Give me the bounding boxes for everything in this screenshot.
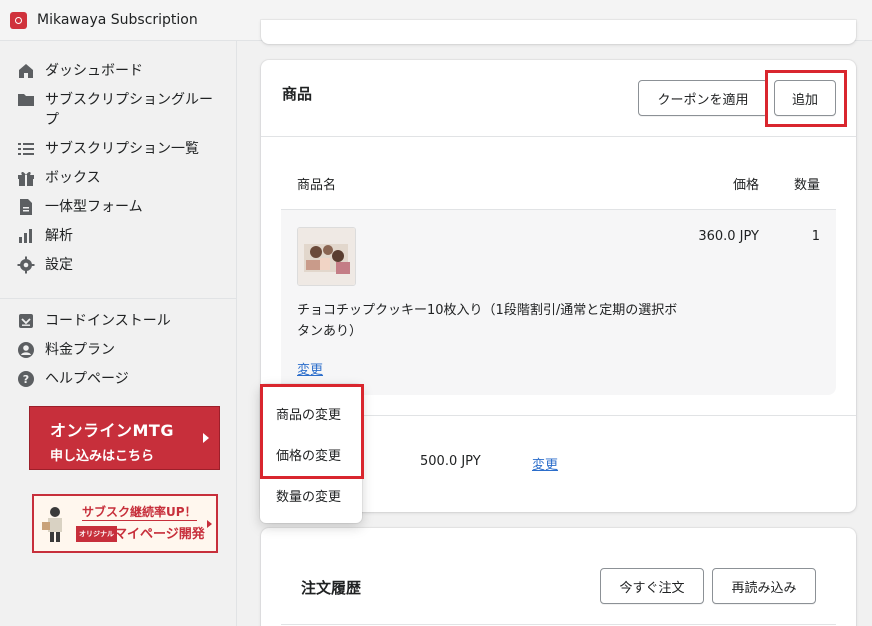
sidebar-item-label: サブスクリプション一覧 <box>45 141 199 157</box>
menu-item-change-quantity[interactable]: 数量の変更 <box>276 486 341 505</box>
sidebar-secondary-nav: コードインストール 料金プラン ? ヘルプページ <box>0 311 236 398</box>
menu-item-change-product[interactable]: 商品の変更 <box>276 404 341 423</box>
sidebar-item-box[interactable]: ボックス <box>0 168 236 197</box>
products-table-header: 商品名 価格 数量 <box>281 158 836 209</box>
product-name: チョコチップクッキー10枚入り（1段階割引/通常と定期の選択ボタンあり） <box>297 303 678 339</box>
product-change-link[interactable]: 変更 <box>297 359 323 378</box>
order-now-button[interactable]: 今すぐ注文 <box>600 568 704 604</box>
table-row: 360.0 JPY 1 チョコチップクッキー10枚入り（1段階割引/通常と定期の… <box>281 209 836 395</box>
sidebar-nav: ダッシュボード サブスクリプショングループ サブスクリプション一覧 ボックス 一… <box>0 41 236 284</box>
app-name: Mikawaya Subscription <box>37 12 198 28</box>
banner-line2: 申し込みはこちら <box>50 449 155 464</box>
shipping-change-link[interactable]: 変更 <box>532 454 558 473</box>
sidebar-item-analytics[interactable]: 解析 <box>0 226 236 255</box>
header-divider <box>261 136 856 137</box>
sidebar-item-label: ダッシュボード <box>45 63 143 79</box>
col-product-name: 商品名 <box>297 178 337 193</box>
product-price: 360.0 JPY <box>698 229 759 244</box>
banner-line1: サブスク継続率UP！ <box>82 505 197 521</box>
product-qty: 1 <box>811 229 820 244</box>
arrow-right-icon <box>207 520 212 528</box>
change-dropdown-menu: 商品の変更 価格の変更 数量の変更 <box>260 384 362 523</box>
shipping-price: 500.0 JPY <box>420 454 481 469</box>
gear-icon <box>16 255 36 275</box>
products-title: 商品 <box>282 85 313 103</box>
sidebar-item-subscription-list[interactable]: サブスクリプション一覧 <box>0 139 236 168</box>
apply-coupon-button[interactable]: クーポンを適用 <box>638 80 768 116</box>
svg-text:?: ? <box>23 373 29 386</box>
arrow-right-icon <box>203 433 209 443</box>
sidebar-item-help[interactable]: ? ヘルプページ <box>0 369 236 398</box>
previous-card <box>261 20 856 44</box>
sidebar-divider <box>0 298 236 299</box>
order-history-card: 注文履歴 今すぐ注文 再読み込み <box>261 528 856 626</box>
reload-button[interactable]: 再読み込み <box>712 568 816 604</box>
menu-item-change-price[interactable]: 価格の変更 <box>276 445 341 464</box>
bar-chart-icon <box>16 226 36 246</box>
col-price: 価格 <box>732 178 759 193</box>
mypage-dev-banner[interactable]: サブスク継続率UP！ オリジナル マイページ開発 <box>32 494 218 553</box>
app-logo-icon <box>10 11 27 29</box>
home-icon <box>16 61 36 81</box>
sidebar: ダッシュボード サブスクリプショングループ サブスクリプション一覧 ボックス 一… <box>0 41 237 626</box>
online-mtg-banner[interactable]: オンラインMTG 申し込みはこちら <box>29 406 220 470</box>
folder-icon <box>16 90 36 110</box>
sidebar-item-label: コードインストール <box>45 313 171 329</box>
original-tag: オリジナル <box>76 526 117 542</box>
sidebar-item-label: サブスクリプショングループ <box>45 92 213 128</box>
gift-icon <box>16 168 36 188</box>
banner-line2: マイページ開発 <box>114 527 205 542</box>
banner-line1: オンラインMTG <box>50 421 174 440</box>
list-icon <box>16 139 36 159</box>
install-icon <box>16 311 36 331</box>
sidebar-item-settings[interactable]: 設定 <box>0 255 236 284</box>
sidebar-item-pricing[interactable]: 料金プラン <box>0 340 236 369</box>
sidebar-item-code-install[interactable]: コードインストール <box>0 311 236 340</box>
history-divider <box>281 624 836 625</box>
sidebar-item-label: 解析 <box>45 228 73 244</box>
sidebar-item-label: 設定 <box>45 257 73 273</box>
add-product-button[interactable]: 追加 <box>774 80 836 116</box>
sidebar-item-label: ボックス <box>45 170 101 186</box>
help-icon: ? <box>16 369 36 389</box>
sidebar-item-dashboard[interactable]: ダッシュボード <box>0 61 236 90</box>
sidebar-item-subscription-groups[interactable]: サブスクリプショングループ <box>0 90 236 139</box>
order-history-title: 注文履歴 <box>301 579 362 597</box>
user-icon <box>16 340 36 360</box>
sidebar-item-label: ヘルプページ <box>45 371 129 387</box>
document-icon <box>16 197 36 217</box>
sidebar-item-label: 一体型フォーム <box>45 199 143 215</box>
product-thumbnail <box>297 227 356 286</box>
sidebar-item-label: 料金プラン <box>45 342 115 358</box>
col-qty: 数量 <box>793 178 820 193</box>
person-illustration-icon <box>42 507 62 542</box>
sidebar-item-form[interactable]: 一体型フォーム <box>0 197 236 226</box>
